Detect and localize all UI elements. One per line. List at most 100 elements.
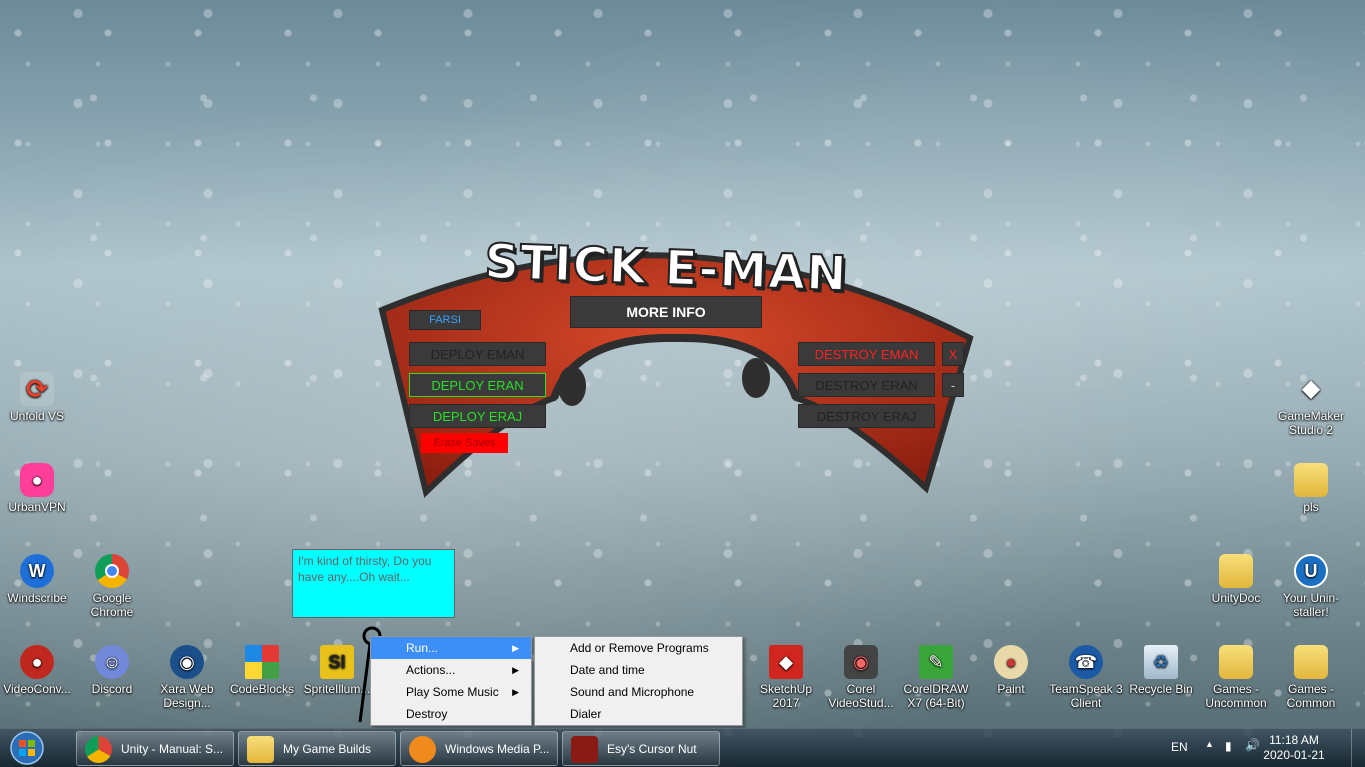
desktop-icon-label: Recycle Bin <box>1129 682 1193 696</box>
desktop-icon-label: Games - Common <box>1286 682 1336 710</box>
desktop-icon-label: pls <box>1303 500 1319 514</box>
taskbar-item-cursor-nut[interactable]: Esy's Cursor Nut <box>562 731 720 766</box>
desktop-icon-paint[interactable]: ● Paint <box>974 645 1048 696</box>
desktop-icon-unitydoc[interactable]: UnityDoc <box>1199 554 1273 605</box>
recycle-bin-icon: ♻ <box>1144 645 1178 679</box>
show-hidden-icons-icon[interactable]: ▲ <box>1205 739 1214 749</box>
uninstaller-icon: U <box>1294 554 1328 588</box>
cursor-nut-icon <box>571 736 598 763</box>
codeblocks-icon <box>245 645 279 679</box>
desktop-icon-corel-videostudio[interactable]: ◉ Corel VideoStud... <box>824 645 898 710</box>
desktop-icon-gamemaker[interactable]: ◆ GameMaker Studio 2 <box>1274 372 1348 438</box>
desktop-icon-unfold-vs[interactable]: ⟳ Unfold VS <box>0 372 74 423</box>
windows-logo-icon <box>10 731 44 765</box>
more-info-button[interactable]: MORE INFO <box>570 296 762 328</box>
network-icon[interactable]: ▮ <box>1225 739 1232 753</box>
globe-icon: ◉ <box>170 645 204 679</box>
desktop-icon-codeblocks[interactable]: CodeBlocks <box>225 645 299 696</box>
desktop-icon-label: Games - Uncommon <box>1205 682 1267 710</box>
deploy-eran-button[interactable]: DEPLOY ERAN <box>409 373 546 397</box>
menu-item-actions[interactable]: Actions... ▶ <box>371 659 531 681</box>
media-player-icon <box>409 736 436 763</box>
system-tray: EN ▲ ▮ 🔊 11:18 AM 2020-01-21 <box>1145 729 1365 767</box>
menu-item-label: Run... <box>406 641 439 655</box>
desktop-icon-label: TeamSpeak 3 Client <box>1049 682 1123 710</box>
taskbar-item-explorer[interactable]: My Game Builds <box>238 731 396 766</box>
urbanvpn-icon: ● <box>20 463 54 497</box>
desktop-icon-teamspeak[interactable]: ☎ TeamSpeak 3 Client <box>1049 645 1123 710</box>
destroy-eraj-button[interactable]: DESTROY ERAJ <box>798 404 935 428</box>
menu-item-label: Play Some Music <box>406 685 499 699</box>
close-button[interactable]: X <box>942 342 964 366</box>
discord-icon: ☺ <box>95 645 129 679</box>
submenu-item-add-remove-programs[interactable]: Add or Remove Programs <box>535 637 742 659</box>
desktop-icon-coreldraw[interactable]: ✎ CorelDRAW X7 (64-Bit) <box>899 645 973 710</box>
stick-eman-panel: STICK E-MAN MORE INFO FARSI DEPLOY EMAN … <box>376 218 976 498</box>
taskbar: Unity - Manual: S... My Game Builds Wind… <box>0 728 1365 767</box>
taskbar-item-label: My Game Builds <box>283 742 372 756</box>
folder-icon <box>1294 463 1328 497</box>
desktop-icon-label: GameMaker Studio 2 <box>1277 409 1345 437</box>
menu-item-destroy[interactable]: Destroy <box>371 703 531 725</box>
desktop-icon-videoconv[interactable]: ● VideoConv... <box>0 645 74 696</box>
desktop-icon-label: Unfold VS <box>9 409 65 423</box>
speech-bubble: I'm kind of thirsty, Do you have any....… <box>292 549 455 618</box>
desktop-icon-windscribe[interactable]: W Windscribe <box>0 554 74 605</box>
language-indicator[interactable]: EN <box>1171 740 1188 754</box>
folder-icon <box>1219 554 1253 588</box>
taskbar-item-media-player[interactable]: Windows Media P... <box>400 731 558 766</box>
desktop-icon-urbanvpn[interactable]: ● UrbanVPN <box>0 463 74 514</box>
sketchup-icon: ◆ <box>769 645 803 679</box>
desktop-icon-discord[interactable]: ☺ Discord <box>75 645 149 696</box>
windscribe-icon: W <box>20 554 54 588</box>
desktop-icon-label: VideoConv... <box>3 682 71 696</box>
desktop-icon-label: Discord <box>91 682 133 696</box>
menu-item-run[interactable]: Run... ▶ <box>371 637 531 659</box>
desktop-icon-sketchup[interactable]: ◆ SketchUp 2017 <box>749 645 823 710</box>
desktop-icon-label: CodeBlocks <box>229 682 295 696</box>
start-button[interactable] <box>4 730 50 767</box>
show-desktop-button[interactable] <box>1351 729 1365 767</box>
coreldraw-icon: ✎ <box>919 645 953 679</box>
desktop-icon-google-chrome[interactable]: Google Chrome <box>75 554 149 619</box>
submenu-item-dialer[interactable]: Dialer <box>535 703 742 725</box>
taskbar-item-label: Unity - Manual: S... <box>121 742 224 756</box>
desktop-icon-label: Paint <box>997 682 1025 696</box>
folder-icon <box>1294 645 1328 679</box>
destroy-eran-button[interactable]: DESTROY ERAN <box>798 373 935 397</box>
clock-date: 2020-01-21 <box>1263 748 1325 762</box>
unfold-vs-icon: ⟳ <box>20 372 54 406</box>
deploy-eman-button[interactable]: DEPLOY EMAN <box>409 342 546 366</box>
desktop-icon-recycle-bin[interactable]: ♻ Recycle Bin <box>1124 645 1198 696</box>
menu-item-label: Destroy <box>406 707 448 721</box>
submenu-item-sound-microphone[interactable]: Sound and Microphone <box>535 681 742 703</box>
taskbar-item-label: Esy's Cursor Nut <box>607 742 697 756</box>
desktop-icon-xara[interactable]: ◉ Xara Web Design... <box>150 645 224 710</box>
corel-videostudio-icon: ◉ <box>844 645 878 679</box>
gamemaker-icon: ◆ <box>1301 375 1321 402</box>
desktop-icon-games-common[interactable]: Games - Common <box>1274 645 1348 710</box>
clock[interactable]: 11:18 AM 2020-01-21 <box>1259 733 1329 763</box>
desktop-icon-label: Google Chrome <box>90 591 134 619</box>
volume-icon[interactable]: 🔊 <box>1245 738 1260 752</box>
taskbar-item-chrome[interactable]: Unity - Manual: S... <box>76 731 234 766</box>
videoconv-icon: ● <box>20 645 54 679</box>
desktop-icon-label: UnityDoc <box>1211 591 1261 605</box>
taskbar-item-label: Windows Media P... <box>445 742 550 756</box>
desktop-icon-games-uncommon[interactable]: Games - Uncommon <box>1199 645 1273 710</box>
chrome-icon <box>85 736 112 763</box>
paint-palette-icon: ● <box>994 645 1028 679</box>
menu-item-label: Sound and Microphone <box>570 685 695 699</box>
minimize-button[interactable]: - <box>942 373 964 397</box>
desktop-icon-label: Corel VideoStud... <box>828 682 894 710</box>
farsi-button[interactable]: FARSI <box>409 310 481 330</box>
deploy-eraj-button[interactable]: DEPLOY ERAJ <box>409 404 546 428</box>
menu-item-play-music[interactable]: Play Some Music ▶ <box>371 681 531 703</box>
desktop-icon-uninstaller[interactable]: U Your Unin-staller! <box>1274 554 1348 619</box>
erase-saves-button[interactable]: Erase Saves <box>421 433 508 453</box>
chrome-icon <box>95 554 129 588</box>
submenu-item-date-time[interactable]: Date and time <box>535 659 742 681</box>
context-menu: Run... ▶ Actions... ▶ Play Some Music ▶ Des… <box>370 636 532 726</box>
desktop-icon-pls[interactable]: pls <box>1274 463 1348 514</box>
destroy-eman-button[interactable]: DESTROY EMAN <box>798 342 935 366</box>
